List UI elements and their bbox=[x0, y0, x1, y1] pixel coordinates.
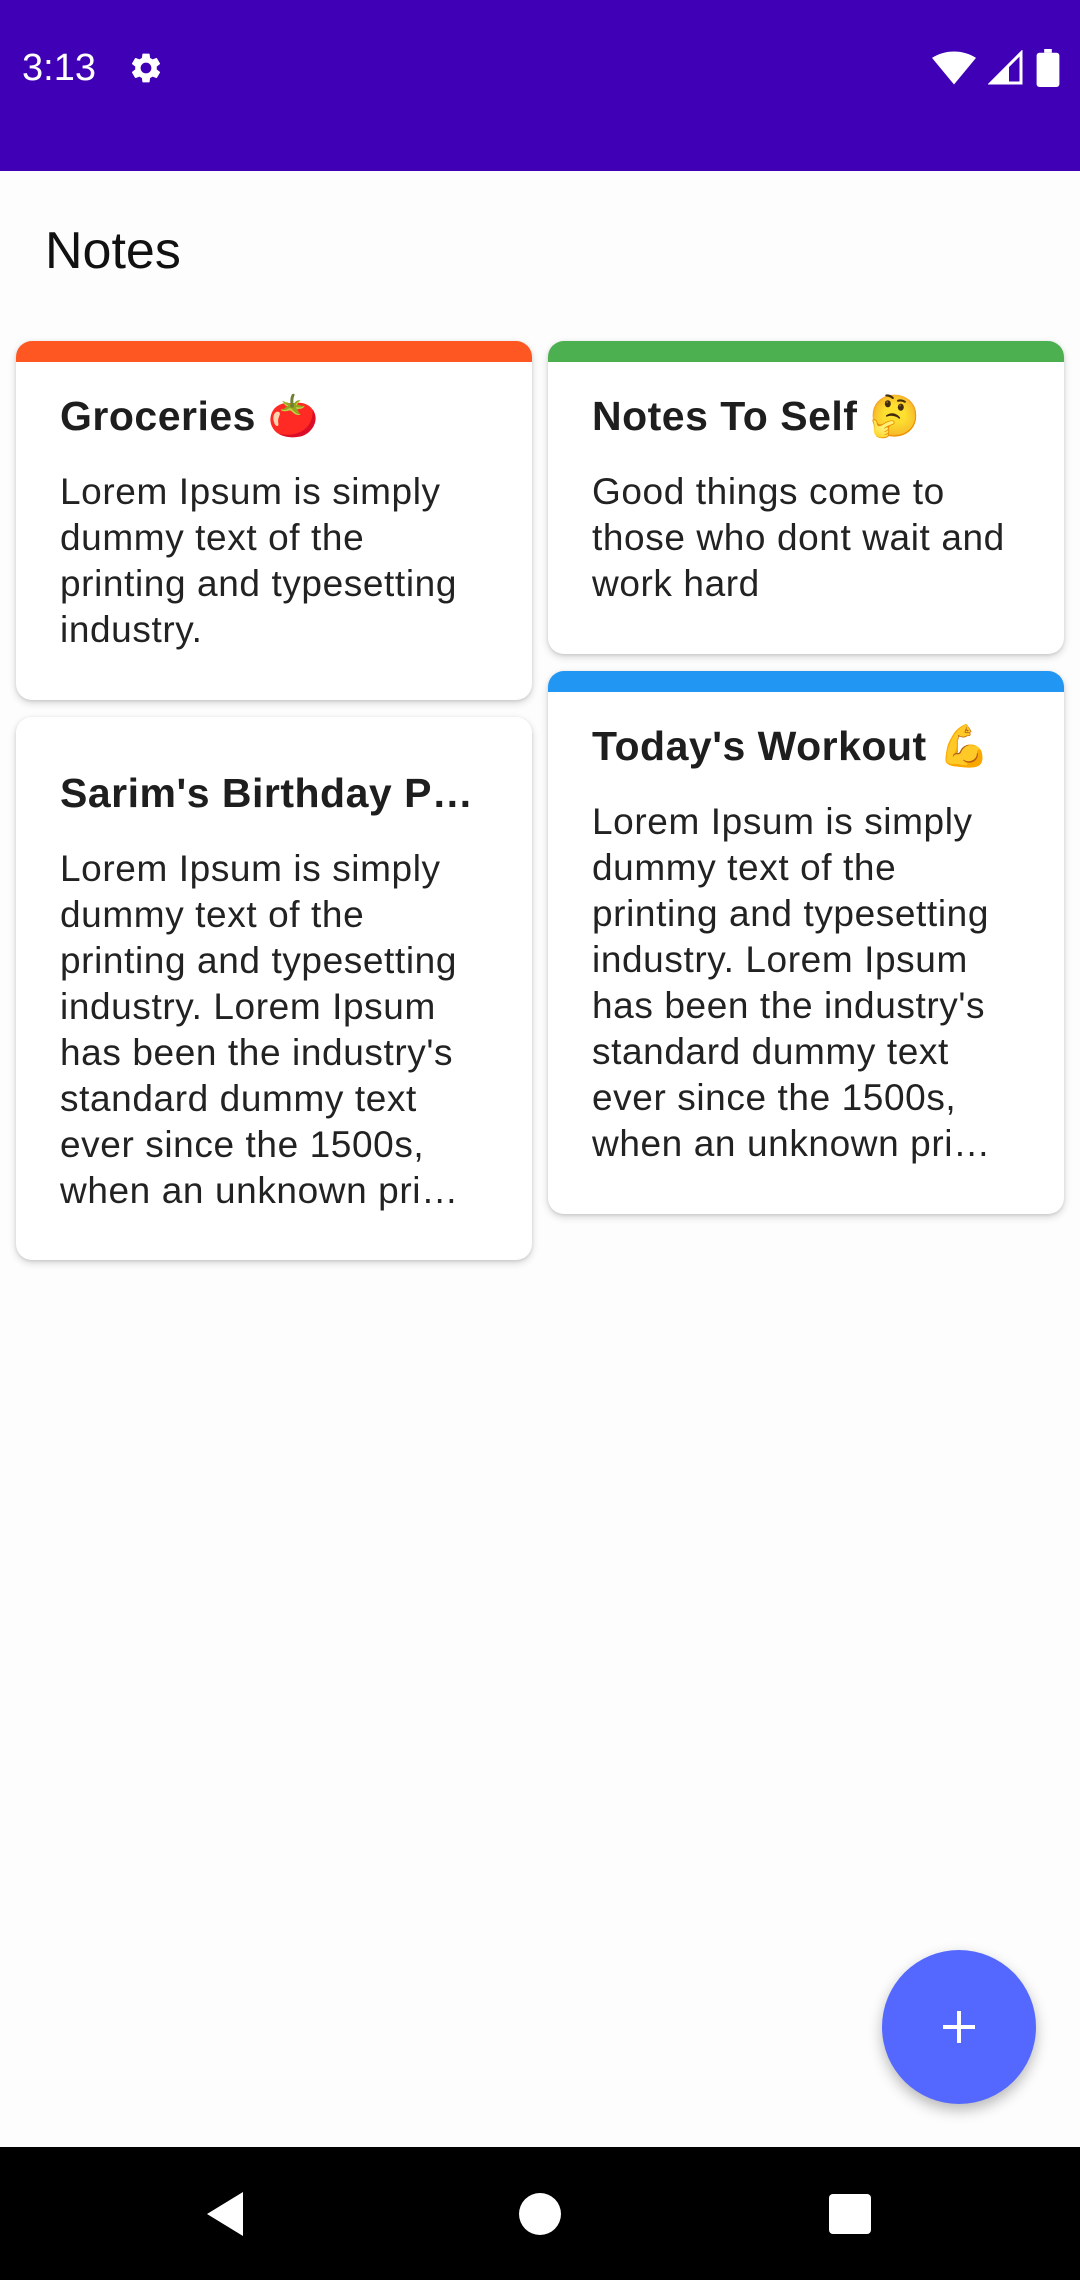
status-time: 3:13 bbox=[22, 47, 96, 89]
note-body: Lorem Ipsum is simply dummy text of the … bbox=[60, 848, 459, 1211]
note-title: Groceries 🍅 bbox=[60, 393, 320, 439]
note-card-notes-to-self[interactable]: Notes To Self 🤔 Good things come to thos… bbox=[548, 341, 1064, 654]
note-card-groceries[interactable]: Groceries 🍅 Lorem Ipsum is simply dummy … bbox=[16, 341, 532, 700]
note-title: Sarim's Birthday P… bbox=[60, 770, 474, 816]
home-icon[interactable] bbox=[519, 2193, 561, 2235]
cellular-signal-icon bbox=[988, 50, 1023, 85]
gear-icon bbox=[131, 53, 161, 83]
note-accent-bar bbox=[16, 717, 532, 738]
note-title: Today's Workout 💪 bbox=[592, 723, 991, 769]
note-body: Good things come to those who dont wait … bbox=[592, 471, 1005, 604]
recents-icon[interactable] bbox=[829, 2194, 871, 2234]
note-card-workout[interactable]: Today's Workout 💪 Lorem Ipsum is simply … bbox=[548, 671, 1064, 1214]
note-accent-bar bbox=[548, 671, 1064, 692]
note-title: Notes To Self 🤔 bbox=[592, 393, 921, 439]
plus-icon bbox=[943, 2011, 975, 2043]
note-body: Lorem Ipsum is simply dummy text of the … bbox=[60, 471, 457, 650]
wifi-icon bbox=[932, 51, 976, 85]
add-note-button[interactable] bbox=[882, 1950, 1036, 2104]
system-nav-bar bbox=[0, 2147, 1080, 2280]
status-bar: 3:13 bbox=[0, 0, 1080, 171]
note-accent-bar bbox=[548, 341, 1064, 362]
note-accent-bar bbox=[16, 341, 532, 362]
battery-icon bbox=[1036, 49, 1060, 87]
page-title: Notes bbox=[45, 222, 181, 280]
status-icons bbox=[932, 48, 1060, 88]
back-icon[interactable] bbox=[203, 2192, 247, 2236]
note-body: Lorem Ipsum is simply dummy text of the … bbox=[592, 801, 991, 1164]
note-card-birthday[interactable]: Sarim's Birthday P… Lorem Ipsum is simpl… bbox=[16, 717, 532, 1260]
